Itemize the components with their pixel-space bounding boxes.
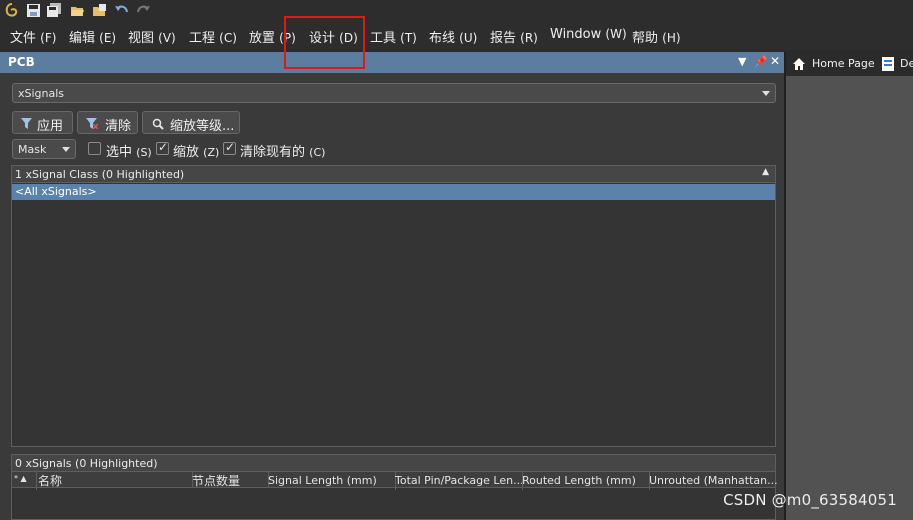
object-type-value: xSignals xyxy=(18,87,65,100)
clear-button[interactable]: 清除 xyxy=(77,111,138,134)
signal-list-header-text: 0 xSignals (0 Highlighted) xyxy=(15,457,158,470)
menu-edit[interactable]: 编辑 (E) xyxy=(69,27,116,46)
menu-view[interactable]: 视图 (V) xyxy=(128,27,176,46)
undo-icon[interactable] xyxy=(114,3,129,18)
zoom-checkbox[interactable] xyxy=(156,140,169,155)
clear-filter-icon xyxy=(86,118,98,129)
open-folder-icon[interactable] xyxy=(70,3,85,18)
column-node-count[interactable]: 节点数量 xyxy=(188,472,269,488)
column-total-pin-package-length[interactable]: Total Pin/Package Len... xyxy=(391,472,523,490)
sort-up-icon[interactable]: ▲ xyxy=(762,167,769,177)
open-project-icon[interactable] xyxy=(92,3,107,18)
column-signal-length[interactable]: Signal Length (mm) xyxy=(264,472,396,490)
annotation-highlight-box xyxy=(284,16,365,69)
column-name[interactable]: 名称 xyxy=(34,472,193,488)
class-list-header: 1 xSignal Class (0 Highlighted) ▲ xyxy=(12,166,775,183)
class-list-header-text: 1 xSignal Class (0 Highlighted) xyxy=(15,168,185,181)
column-unrouted-manhattan[interactable]: Unrouted (Manhattan... xyxy=(645,472,777,490)
mode-select[interactable]: Mask xyxy=(12,139,76,159)
pin-icon[interactable]: 📌 xyxy=(754,55,768,68)
signal-table-header: * ▲ 名称 节点数量 Signal Length (mm) Total Pin… xyxy=(12,472,777,490)
menu-help[interactable]: 帮助 (H) xyxy=(632,27,681,46)
zoom-checkbox-label: 缩放 (Z) xyxy=(173,145,220,160)
xsignal-list: 0 xSignals (0 Highlighted) * ▲ 名称 节点数量 S… xyxy=(11,454,777,520)
menu-route[interactable]: 布线 (U) xyxy=(429,27,477,46)
save-icon[interactable] xyxy=(26,3,41,18)
save-all-icon[interactable] xyxy=(47,3,62,18)
quick-access-toolbar xyxy=(0,0,913,22)
xsignal-class-list: 1 xSignal Class (0 Highlighted) ▲ <All x… xyxy=(11,165,776,447)
menu-window[interactable]: Window (W) xyxy=(550,27,627,42)
clear-existing-checkbox-label: 清除现有的 (C) xyxy=(240,145,326,160)
chevron-down-icon xyxy=(62,147,70,152)
menu-tools[interactable]: 工具 (T) xyxy=(370,27,417,46)
apply-button[interactable]: 应用 xyxy=(12,111,73,134)
redo-icon[interactable] xyxy=(136,3,151,18)
select-checkbox-label: 选中 (S) xyxy=(106,145,152,160)
mode-value: Mask xyxy=(18,143,47,156)
document-area xyxy=(786,52,913,520)
menu-reports[interactable]: 报告 (R) xyxy=(490,27,538,46)
watermark: CSDN @m0_63584051 xyxy=(723,491,897,509)
tab-document[interactable]: De xyxy=(880,55,913,73)
document-tabs: Home Page De xyxy=(786,52,913,76)
filter-icon xyxy=(21,118,32,129)
panel-title-bar: PCB ▼ 📌 ✕ xyxy=(0,52,784,73)
magnifier-icon xyxy=(152,118,164,130)
menu-project[interactable]: 工程 (C) xyxy=(189,27,237,46)
document-icon xyxy=(882,57,894,71)
app-logo-icon[interactable] xyxy=(4,3,19,18)
panel-menu-icon[interactable]: ▼ xyxy=(738,55,746,68)
column-routed-length[interactable]: Routed Length (mm) xyxy=(518,472,650,490)
close-icon[interactable]: ✕ xyxy=(770,54,780,68)
list-item[interactable]: <All xSignals> xyxy=(12,184,775,200)
home-icon xyxy=(793,58,805,70)
menu-bar: 文件 (F) 编辑 (E) 视图 (V) 工程 (C) 放置 (P) 设计 (D… xyxy=(0,22,913,50)
zoom-level-button[interactable]: 缩放等级... xyxy=(142,111,240,134)
clear-label: 清除 xyxy=(105,119,132,134)
clear-existing-checkbox[interactable] xyxy=(223,140,236,155)
select-checkbox[interactable] xyxy=(88,142,101,155)
object-type-select[interactable]: xSignals xyxy=(12,83,776,103)
chevron-down-icon xyxy=(762,91,770,96)
apply-label: 应用 xyxy=(37,119,64,134)
signal-list-header: 0 xSignals (0 Highlighted) xyxy=(12,455,775,472)
list-item-label: <All xSignals> xyxy=(15,185,97,198)
zoom-level-label: 缩放等级... xyxy=(170,119,235,134)
tab-home-page-label: Home Page xyxy=(812,57,875,70)
panel-title: PCB xyxy=(8,55,35,69)
menu-file[interactable]: 文件 (F) xyxy=(10,27,56,46)
tab-home-page[interactable]: Home Page xyxy=(790,55,880,73)
tab-document-label: De xyxy=(900,57,913,70)
